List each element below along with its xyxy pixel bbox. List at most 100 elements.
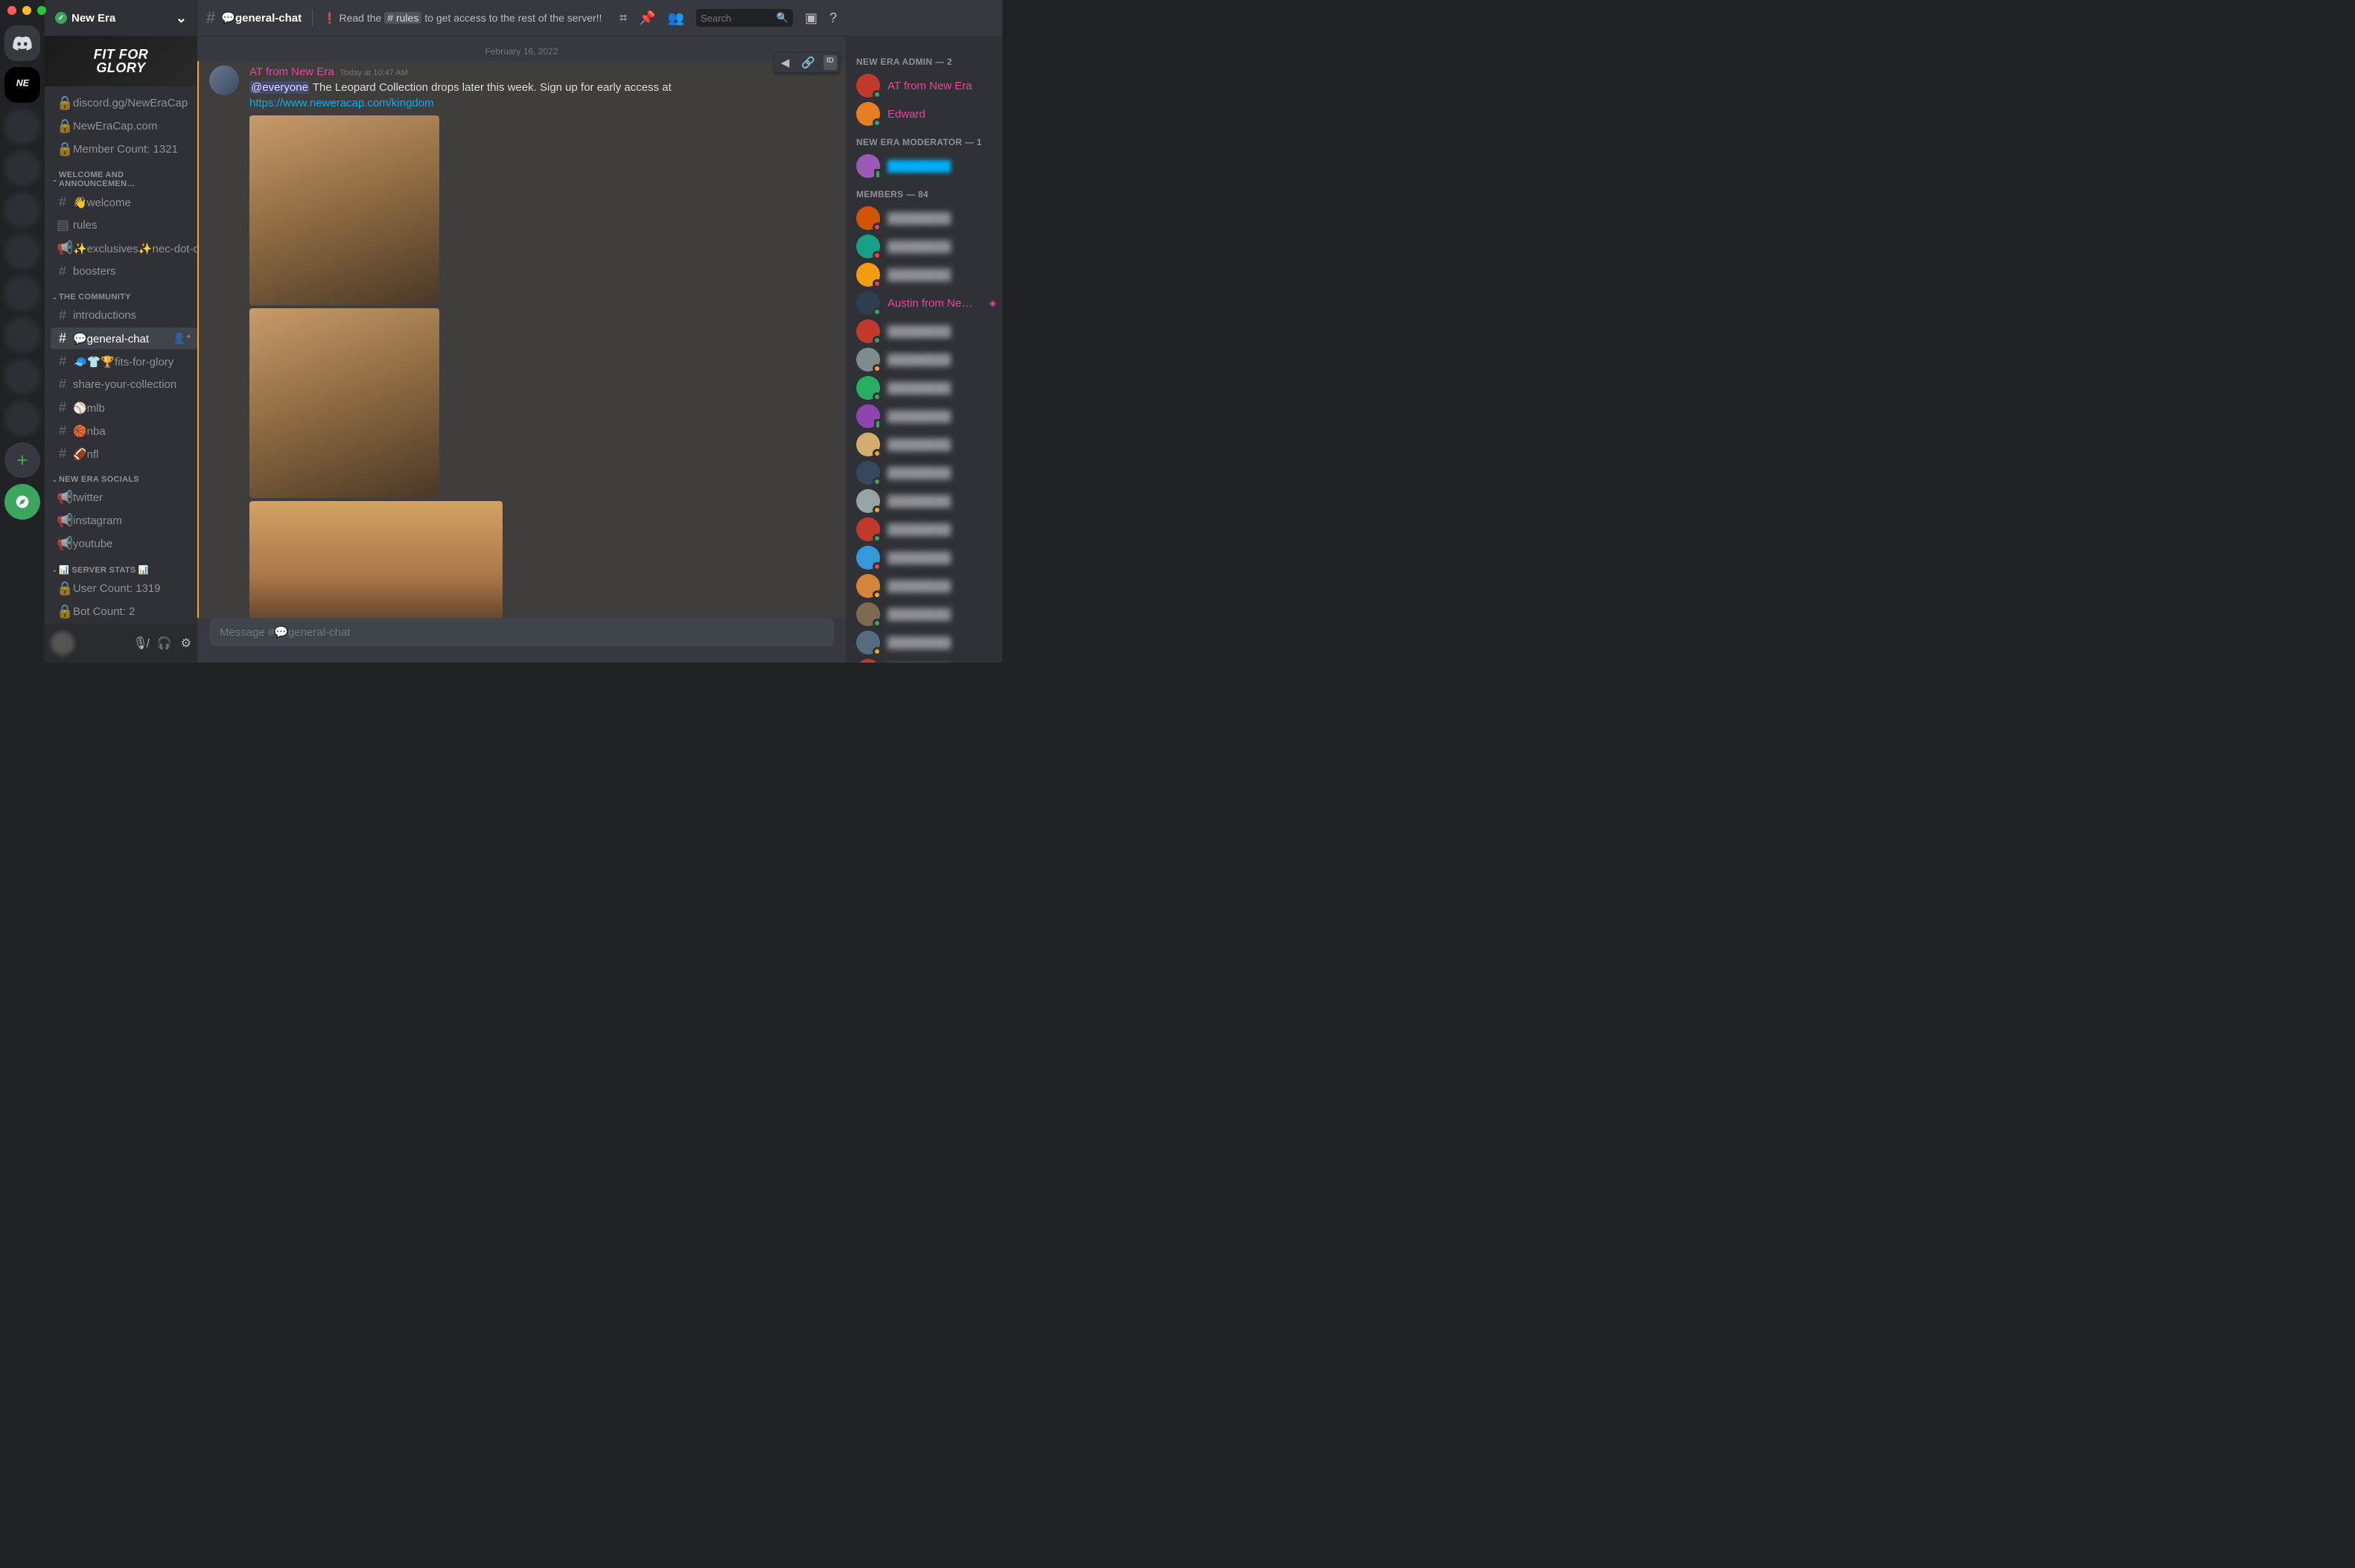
window-traffic-lights[interactable] bbox=[7, 6, 46, 15]
member-item[interactable]: ████████ bbox=[856, 459, 996, 487]
channel-item[interactable]: 📢instagram bbox=[51, 510, 197, 532]
member-item[interactable]: ████████ bbox=[856, 374, 996, 402]
channel-item[interactable]: #⚾mlb bbox=[51, 397, 197, 418]
add-server-button[interactable]: + bbox=[4, 442, 40, 478]
hash-icon: # bbox=[57, 446, 68, 462]
channel-link[interactable]: 🔒Member Count: 1321 bbox=[51, 138, 197, 160]
channel-link[interactable]: 🔒discord.gg/NewEraCap bbox=[51, 92, 197, 114]
threads-icon[interactable]: ⌗ bbox=[619, 10, 627, 26]
self-avatar[interactable] bbox=[51, 631, 74, 655]
deafen-icon[interactable]: 🎧 bbox=[157, 636, 172, 651]
channel-category[interactable]: ⌄WELCOME AND ANNOUNCEMEN… bbox=[52, 170, 197, 188]
member-item[interactable]: ████████ bbox=[856, 232, 996, 261]
server-item[interactable] bbox=[4, 150, 40, 186]
channel-item[interactable]: ▤rules bbox=[51, 214, 197, 236]
channel-item[interactable]: #🏈nfl bbox=[51, 443, 197, 465]
server-item[interactable] bbox=[4, 109, 40, 144]
image-attachment[interactable] bbox=[249, 308, 439, 498]
compass-icon bbox=[15, 494, 30, 509]
help-icon[interactable]: ? bbox=[829, 10, 837, 26]
server-item[interactable] bbox=[4, 275, 40, 311]
add-member-icon[interactable]: 👤⁺ bbox=[173, 332, 191, 345]
member-item[interactable]: ████████ bbox=[856, 261, 996, 289]
reaction-icon[interactable]: ◀ bbox=[775, 53, 796, 72]
member-item[interactable]: ████████ bbox=[856, 152, 996, 180]
channel-item[interactable]: #🧢👕🏆fits-for-glory bbox=[51, 351, 197, 372]
member-item[interactable]: ████████ bbox=[856, 204, 996, 232]
member-item[interactable]: AT from New Era bbox=[856, 71, 996, 100]
channel-item[interactable]: 📢✨exclusives✨nec-dot-c… bbox=[51, 238, 197, 259]
settings-icon[interactable]: ⚙ bbox=[181, 636, 191, 651]
discord-home-button[interactable] bbox=[4, 25, 40, 61]
id-icon[interactable]: ID bbox=[823, 55, 837, 70]
avatar bbox=[856, 404, 880, 428]
channel-item[interactable]: 🔒User Count: 1319 bbox=[51, 578, 197, 599]
pinned-icon[interactable]: 📌 bbox=[639, 10, 655, 26]
member-item[interactable]: ████████ bbox=[856, 600, 996, 628]
search-input[interactable]: Search 🔍 bbox=[696, 9, 793, 27]
member-item[interactable]: ████████ bbox=[856, 402, 996, 430]
mention[interactable]: @everyone bbox=[249, 81, 310, 94]
avatar[interactable] bbox=[209, 66, 239, 95]
member-item[interactable]: ████████ bbox=[856, 544, 996, 572]
member-name: ████████ bbox=[887, 439, 951, 451]
server-header[interactable]: ✓ New Era ⌄ bbox=[45, 0, 197, 36]
member-item[interactable]: ████████ bbox=[856, 345, 996, 374]
member-item[interactable]: ████████ bbox=[856, 487, 996, 515]
avatar bbox=[856, 461, 880, 485]
channel-item[interactable]: #💬general-chat👤⁺ bbox=[51, 328, 197, 349]
message-input[interactable]: Message #💬general-chat bbox=[209, 618, 834, 646]
channel-category[interactable]: ⌄NEW ERA SOCIALS bbox=[52, 475, 197, 484]
channel-item[interactable]: #share-your-collection bbox=[51, 374, 197, 395]
channel-list[interactable]: 🔒discord.gg/NewEraCap🔒NewEraCap.com🔒Memb… bbox=[45, 86, 197, 624]
server-item[interactable] bbox=[4, 192, 40, 228]
image-attachment[interactable] bbox=[249, 115, 439, 305]
members-toggle-icon[interactable]: 👥 bbox=[668, 10, 684, 26]
member-name: ████████ bbox=[887, 354, 951, 366]
maximize-window[interactable] bbox=[37, 6, 46, 15]
channel-link[interactable]: 🔒NewEraCap.com bbox=[51, 115, 197, 137]
member-item[interactable]: ████████ bbox=[856, 430, 996, 459]
message-author[interactable]: AT from New Era bbox=[249, 66, 334, 78]
member-item[interactable]: Austin from New Era◈ bbox=[856, 289, 996, 317]
server-item[interactable] bbox=[4, 401, 40, 436]
avatar bbox=[856, 631, 880, 654]
channel-item[interactable]: 📢twitter bbox=[51, 487, 197, 509]
channel-label: 🧢👕🏆fits-for-glory bbox=[73, 355, 173, 369]
status-indicator bbox=[873, 364, 882, 373]
channel-item[interactable]: #👋welcome bbox=[51, 191, 197, 213]
channel-item[interactable]: #introductions bbox=[51, 305, 197, 326]
member-name: ████████ bbox=[887, 495, 951, 508]
server-item[interactable] bbox=[4, 234, 40, 270]
server-item[interactable] bbox=[4, 359, 40, 395]
member-item[interactable]: ████████ bbox=[856, 317, 996, 345]
message-scroll[interactable]: February 16, 2022 AT from New Era Today … bbox=[197, 36, 846, 618]
member-item[interactable]: Edward bbox=[856, 100, 996, 128]
link-icon[interactable]: 🔗 bbox=[795, 53, 821, 72]
member-item[interactable]: ████████ bbox=[856, 515, 996, 544]
member-item[interactable]: ████████ bbox=[856, 657, 996, 663]
member-item[interactable]: ████████ bbox=[856, 572, 996, 600]
channel-topic[interactable]: ❗ Read the # rules to get access to the … bbox=[323, 12, 602, 25]
member-list[interactable]: NEW ERA ADMIN — 2 AT from New Era Edward… bbox=[846, 36, 1002, 663]
mute-icon[interactable]: 🎙︎̸ bbox=[133, 636, 147, 651]
channel-item[interactable]: #boosters bbox=[51, 261, 197, 282]
rules-link[interactable]: # rules bbox=[384, 12, 421, 24]
channel-item[interactable]: #🏀nba bbox=[51, 420, 197, 442]
channel-item[interactable]: 📢youtube bbox=[51, 533, 197, 555]
lock-icon: 🔒 bbox=[57, 141, 68, 157]
channel-label: instagram bbox=[73, 514, 122, 527]
channel-item[interactable]: 🔒Bot Count: 2 bbox=[51, 601, 197, 622]
inbox-icon[interactable]: ▣ bbox=[805, 10, 818, 26]
channel-category[interactable]: ⌄THE COMMUNITY bbox=[52, 293, 197, 302]
message-link[interactable]: https://www.neweracap.com/kingdom bbox=[249, 97, 434, 109]
chevron-down-icon[interactable]: ⌄ bbox=[176, 10, 187, 26]
close-window[interactable] bbox=[7, 6, 16, 15]
server-new-era[interactable]: ᴺᴱ bbox=[4, 67, 40, 103]
image-attachment[interactable] bbox=[249, 501, 503, 618]
minimize-window[interactable] bbox=[22, 6, 31, 15]
server-item[interactable] bbox=[4, 317, 40, 353]
channel-category[interactable]: ⌄📊 SERVER STATS 📊 bbox=[52, 565, 197, 575]
explore-servers-button[interactable] bbox=[4, 484, 40, 520]
member-item[interactable]: ████████ bbox=[856, 628, 996, 657]
